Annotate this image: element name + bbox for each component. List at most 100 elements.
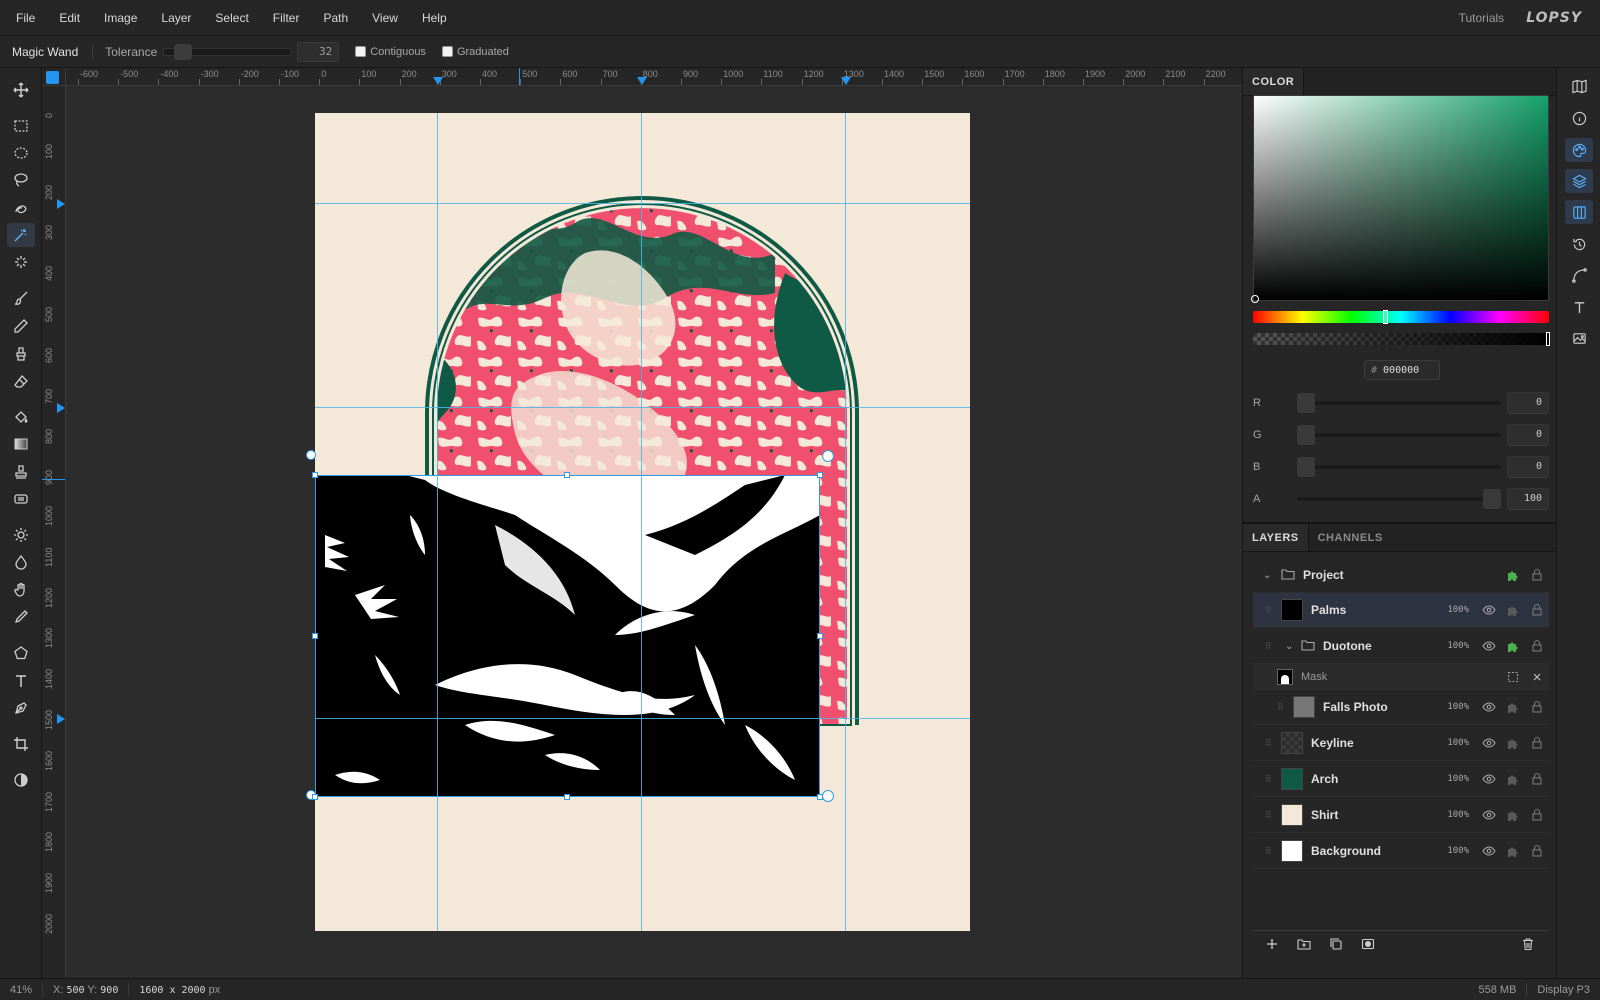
paths-icon[interactable] [1565, 263, 1593, 287]
layer-row-shirt[interactable]: ⠿ Shirt 100% [1253, 798, 1549, 833]
lasso-tool-icon[interactable] [7, 168, 35, 192]
drag-handle-icon[interactable]: ⠿ [1265, 642, 1273, 651]
magic-wand-tool-icon[interactable] [7, 223, 35, 247]
resize-handle-nw[interactable] [312, 472, 318, 478]
menu-help[interactable]: Help [410, 11, 459, 25]
layer-row-project[interactable]: ⌄ Project [1253, 558, 1549, 593]
sparkle-tool-icon[interactable] [7, 250, 35, 274]
lock-icon[interactable] [1525, 772, 1549, 786]
puzzle-icon[interactable] [1501, 639, 1525, 653]
guide-horizontal[interactable] [315, 718, 970, 719]
puzzle-icon[interactable] [1501, 568, 1525, 582]
gradient-tool-icon[interactable] [7, 432, 35, 456]
select-mask-icon[interactable] [1501, 670, 1525, 684]
duplicate-icon[interactable] [1329, 937, 1349, 954]
eye-icon[interactable] [1477, 736, 1501, 750]
eye-icon[interactable] [1477, 772, 1501, 786]
type-icon[interactable] [1565, 295, 1593, 319]
rotate-handle-tr[interactable] [822, 450, 834, 462]
quick-select-tool-icon[interactable] [7, 196, 35, 220]
zoom-level[interactable]: 41% [0, 982, 44, 997]
text-tool-icon[interactable] [7, 669, 35, 693]
shape-tool-icon[interactable] [7, 641, 35, 665]
rotate-handle-tl[interactable] [306, 450, 316, 460]
guide-marker-left[interactable] [57, 199, 65, 209]
channel-g-input[interactable]: 0 [1507, 424, 1549, 446]
drag-handle-icon[interactable]: ⠿ [1265, 847, 1273, 856]
lock-icon[interactable] [1525, 844, 1549, 858]
alpha-slider-thumb[interactable] [1546, 332, 1550, 346]
lock-icon[interactable] [1525, 603, 1549, 617]
channel-a-slider[interactable] [1297, 489, 1501, 509]
saturation-value-picker[interactable] [1251, 95, 1549, 303]
resize-handle-n[interactable] [564, 472, 570, 478]
channel-r-slider[interactable] [1297, 393, 1501, 413]
hex-value[interactable]: 000000 [1383, 365, 1419, 376]
hex-input[interactable]: # 000000 [1364, 360, 1440, 380]
trash-icon[interactable] [1521, 937, 1537, 954]
contrast-tool-icon[interactable] [7, 768, 35, 792]
lock-icon[interactable] [1525, 568, 1549, 582]
puzzle-icon[interactable] [1501, 808, 1525, 822]
contiguous-checkbox[interactable]: Contiguous [355, 46, 426, 58]
layer-row-palms[interactable]: ⠿ Palms 100% [1253, 593, 1549, 628]
layer-row-arch[interactable]: ⠿ Arch 100% [1253, 762, 1549, 797]
guide-vertical[interactable] [437, 113, 438, 931]
menu-edit[interactable]: Edit [47, 11, 92, 25]
tolerance-slider[interactable] [163, 43, 292, 60]
guide-marker-left[interactable] [57, 714, 65, 724]
resize-handle-e[interactable] [817, 633, 823, 639]
menu-file[interactable]: File [0, 11, 47, 25]
palette-icon[interactable] [1565, 138, 1593, 162]
fill-tool-icon[interactable] [7, 405, 35, 429]
artboard-shirt[interactable] [306, 113, 970, 931]
puzzle-icon[interactable] [1501, 736, 1525, 750]
eye-icon[interactable] [1477, 603, 1501, 617]
lock-icon[interactable] [1525, 808, 1549, 822]
history-icon[interactable] [1565, 232, 1593, 256]
info-icon[interactable] [1565, 106, 1593, 130]
channel-r-input[interactable]: 0 [1507, 392, 1549, 414]
channel-b-thumb[interactable] [1297, 457, 1315, 477]
layer-opacity[interactable]: 100% [1435, 774, 1469, 784]
drag-handle-icon[interactable]: ⠿ [1265, 811, 1273, 820]
color-picker-cursor[interactable] [1251, 295, 1259, 303]
ruler-left[interactable]: 0 100 200 300 400 500 600 700 800 900 1000 1100 1200… [42, 86, 66, 980]
resize-handle-s[interactable] [564, 794, 570, 800]
menu-path[interactable]: Path [311, 11, 360, 25]
channel-a-input[interactable]: 100 [1507, 488, 1549, 510]
resize-handle-sw[interactable] [312, 794, 318, 800]
eraser-tool-icon[interactable] [7, 369, 35, 393]
layer-opacity[interactable]: 100% [1435, 605, 1469, 615]
chevron-down-icon[interactable]: ⌄ [1263, 570, 1275, 581]
graduated-checkbox[interactable]: Graduated [441, 46, 509, 58]
puzzle-icon[interactable] [1501, 603, 1525, 617]
patch-tool-icon[interactable] [7, 487, 35, 511]
layer-opacity[interactable]: 100% [1435, 702, 1469, 712]
resize-handle-w[interactable] [312, 633, 318, 639]
lock-icon[interactable] [1525, 639, 1549, 653]
canvas-area[interactable] [66, 86, 1242, 978]
brush-tool-icon[interactable] [7, 286, 35, 310]
eyedropper-tool-icon[interactable] [7, 605, 35, 629]
tolerance-slider-thumb[interactable] [174, 43, 193, 60]
puzzle-icon[interactable] [1501, 772, 1525, 786]
guide-marker-top[interactable] [841, 77, 851, 85]
layer-opacity[interactable]: 100% [1435, 846, 1469, 856]
resize-handle-se[interactable] [817, 794, 823, 800]
layer-row-keyline[interactable]: ⠿ Keyline 100% [1253, 726, 1549, 761]
channel-a-thumb[interactable] [1483, 489, 1501, 509]
drag-handle-icon[interactable]: ⠿ [1277, 703, 1285, 712]
channel-r-thumb[interactable] [1297, 393, 1315, 413]
new-group-icon[interactable] [1297, 937, 1317, 954]
tutorials-link[interactable]: Tutorials [1459, 11, 1505, 25]
stamp-tool-icon[interactable] [7, 460, 35, 484]
ruler-top[interactable]: -600 -500 -400 -300 -200 -100 0 100 200 300 400 500… [66, 68, 1242, 86]
layer-opacity[interactable]: 100% [1435, 641, 1469, 651]
channel-b-input[interactable]: 0 [1507, 456, 1549, 478]
rect-select-tool-icon[interactable] [7, 114, 35, 138]
pen-tool-icon[interactable] [7, 696, 35, 720]
guide-vertical[interactable] [641, 113, 642, 931]
clone-tool-icon[interactable] [7, 342, 35, 366]
channels-icon[interactable] [1565, 200, 1593, 224]
